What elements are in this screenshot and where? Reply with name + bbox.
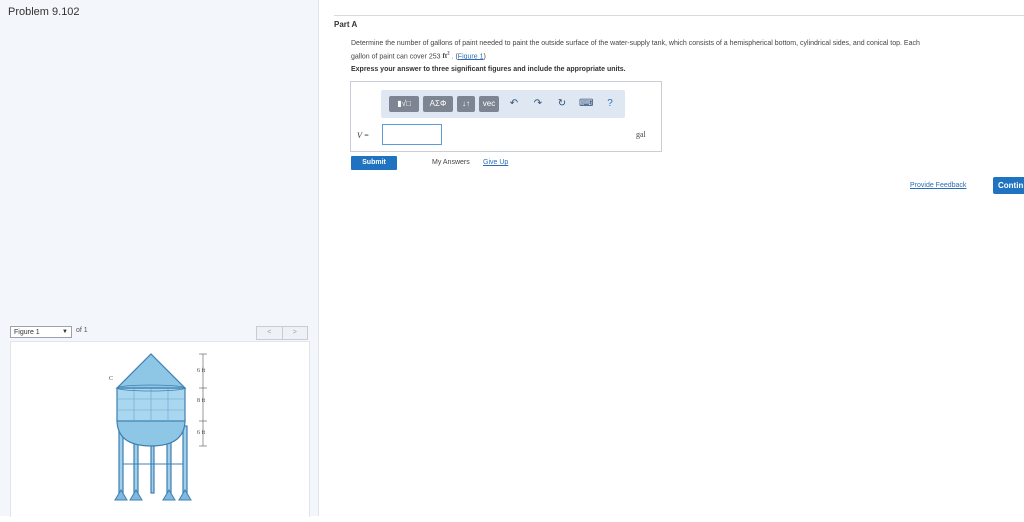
instruction-text: Express your answer to three significant… <box>351 66 626 73</box>
math-toolbar: ▮√□ ΑΣΦ ↓↑ vec ↶ ↷ ↻ ⌨ ? <box>381 90 625 118</box>
tank-foot <box>178 489 192 501</box>
left-pane: Problem 9.102 Figure 1 ▼ of 1 < > C 6 ft… <box>0 0 319 517</box>
unit-label: gal <box>636 130 646 139</box>
keyboard-icon[interactable]: ⌨ <box>579 96 593 112</box>
greek-symbols-button[interactable]: ΑΣΦ <box>423 96 453 112</box>
arrows-button[interactable]: ↓↑ <box>457 96 475 112</box>
reset-icon[interactable]: ↻ <box>555 96 569 112</box>
water-tank-figure: C 6 ft 8 ft 6 ft <box>109 353 207 501</box>
provide-feedback-link[interactable]: Provide Feedback <box>910 182 966 189</box>
dimension-middle-label: 8 ft <box>197 397 205 404</box>
tank-cone <box>115 353 187 389</box>
question-separator: . ( <box>449 53 458 61</box>
figure-pager: < > <box>256 326 308 340</box>
tank-leg <box>182 425 188 499</box>
redo-icon[interactable]: ↷ <box>531 96 545 112</box>
templates-button[interactable]: ▮√□ <box>389 96 419 112</box>
chevron-down-icon: ▼ <box>62 329 68 335</box>
question-line-1: Determine the number of gallons of paint… <box>351 40 920 47</box>
question-unit: ft2 <box>442 52 450 61</box>
figure-navigation: Figure 1 ▼ of 1 < > <box>10 326 308 340</box>
tank-foot <box>114 489 128 501</box>
vector-button[interactable]: vec <box>479 96 499 112</box>
part-title: Part A <box>334 20 358 29</box>
variable-label: V = <box>357 131 370 140</box>
figure-prev-button[interactable]: < <box>257 327 283 339</box>
question-text: Determine the number of gallons of paint… <box>351 38 1024 62</box>
figure-count: of 1 <box>76 327 88 334</box>
figure-next-button[interactable]: > <box>283 327 308 339</box>
tank-foot <box>129 489 143 501</box>
figure-select[interactable]: Figure 1 ▼ <box>10 326 72 338</box>
point-c-label: C <box>109 376 113 382</box>
figure-select-value: Figure 1 <box>14 329 40 336</box>
submit-button[interactable]: Submit <box>351 156 397 170</box>
figure-panel: C 6 ft 8 ft 6 ft <box>10 341 310 517</box>
undo-icon[interactable]: ↶ <box>507 96 521 112</box>
dimension-bottom-label: 6 ft <box>197 429 205 436</box>
help-icon[interactable]: ? <box>603 96 617 112</box>
question-close: ) <box>483 53 486 61</box>
part-divider <box>334 15 1024 16</box>
question-line-2: gallon of paint can cover 253 ft2 . (Fig… <box>351 49 1024 62</box>
tank-foot <box>162 489 176 501</box>
my-answers-label: My Answers <box>432 159 470 166</box>
tank-hemisphere <box>116 419 186 447</box>
question-prefix: gallon of paint can cover 253 <box>351 53 443 61</box>
answer-input[interactable] <box>382 124 442 145</box>
give-up-link[interactable]: Give Up <box>483 159 508 166</box>
continue-button[interactable]: Contin <box>993 177 1024 194</box>
dimension-top-label: 6 ft <box>197 367 205 374</box>
figure-link[interactable]: Figure 1 <box>458 53 484 60</box>
answer-box: ▮√□ ΑΣΦ ↓↑ vec ↶ ↷ ↻ ⌨ ? V = gal <box>350 81 662 152</box>
problem-title: Problem 9.102 <box>8 6 80 18</box>
